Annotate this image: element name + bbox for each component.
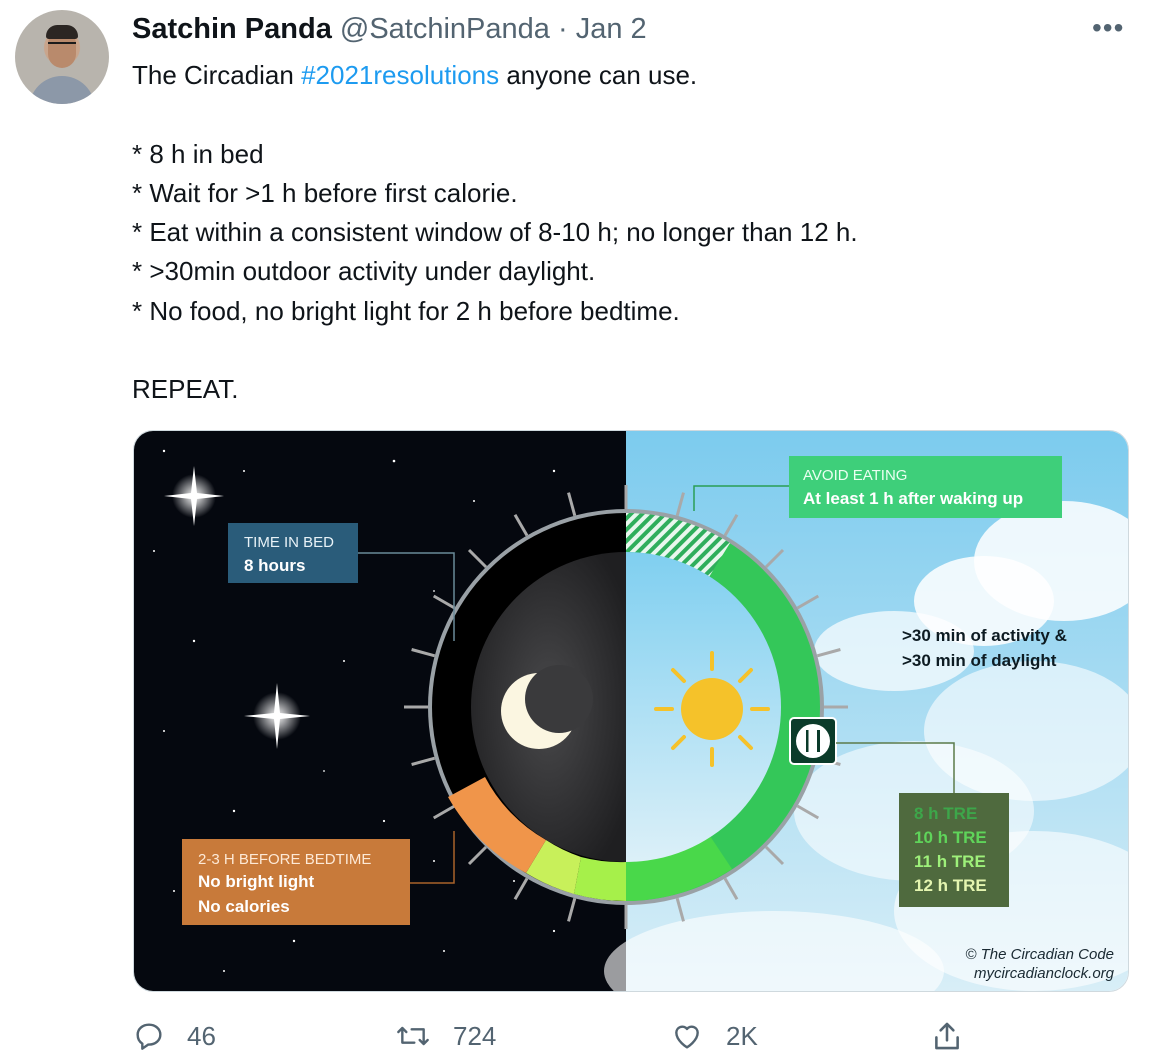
bedtime-title: 2-3 H BEFORE BEDTIME bbox=[198, 851, 371, 868]
heart-icon bbox=[675, 1025, 699, 1049]
reply-button[interactable]: 46 bbox=[133, 1012, 216, 1060]
activity-line-1: >30 min of activity & bbox=[902, 626, 1067, 645]
tre-option: 8 h TRE bbox=[914, 804, 977, 823]
retweet-icon bbox=[397, 1026, 429, 1046]
bedtime-line-1: No bright light bbox=[198, 872, 314, 891]
sun-icon bbox=[654, 651, 770, 767]
time-in-bed-value: 8 hours bbox=[244, 556, 305, 575]
bullet-item: * >30min outdoor activity under daylight… bbox=[132, 256, 596, 287]
bullet-item: * Eat within a consistent window of 8-10… bbox=[132, 217, 858, 248]
bullet-item: * No food, no bright light for 2 h befor… bbox=[132, 295, 680, 326]
tweet-header: Satchin Panda @SatchinPanda · Jan 2 bbox=[132, 13, 647, 46]
bedtime-box: 2-3 H BEFORE BEDTIME No bright light No … bbox=[182, 839, 410, 925]
avatar-glasses bbox=[48, 42, 76, 51]
avoid-eating-value: At least 1 h after waking up bbox=[803, 489, 1023, 508]
website-text: mycircadianclock.org bbox=[974, 965, 1115, 982]
tre-option: 11 h TRE bbox=[914, 852, 986, 871]
light-segment-1 bbox=[574, 857, 626, 902]
avatar-hair bbox=[46, 25, 78, 39]
infographic-image[interactable]: TIME IN BED 8 hours AVOID EATING At leas… bbox=[133, 430, 1129, 992]
reply-icon bbox=[136, 1023, 162, 1050]
hashtag-link[interactable]: #2021resolutions bbox=[301, 60, 499, 90]
text-lead: The Circadian bbox=[132, 60, 302, 90]
bedtime-line-2: No calories bbox=[198, 897, 290, 916]
fork-knife-icon bbox=[789, 717, 837, 765]
more-options-icon[interactable]: ••• bbox=[1092, 12, 1124, 44]
tweet-intro-line: The Circadian #2021resolutions anyone ca… bbox=[132, 56, 1132, 95]
avoid-eating-box: AVOID EATING At least 1 h after waking u… bbox=[789, 456, 1062, 518]
like-button[interactable]: 2K bbox=[670, 1012, 758, 1060]
bullet-item: * Wait for >1 h before first calorie. bbox=[132, 177, 518, 208]
author-handle[interactable]: @SatchinPanda bbox=[340, 13, 550, 45]
avoid-eating-title: AVOID EATING bbox=[803, 467, 907, 484]
author-name[interactable]: Satchin Panda bbox=[132, 13, 332, 45]
time-in-bed-title: TIME IN BED bbox=[244, 534, 334, 551]
tre-option: 10 h TRE bbox=[914, 828, 987, 847]
activity-line-2: >30 min of daylight bbox=[902, 651, 1057, 670]
text-trail: anyone can use. bbox=[499, 60, 698, 90]
closing-line: REPEAT. bbox=[132, 374, 239, 405]
share-button[interactable] bbox=[930, 1012, 986, 1060]
author-avatar[interactable] bbox=[15, 10, 109, 104]
circadian-infographic: TIME IN BED 8 hours AVOID EATING At leas… bbox=[134, 431, 1128, 991]
copyright-text: © The Circadian Code bbox=[965, 946, 1114, 963]
tre-box: 8 h TRE 10 h TRE 11 h TRE 12 h TRE bbox=[899, 793, 1009, 907]
bullet-item: * 8 h in bed bbox=[132, 138, 264, 169]
time-in-bed-box: TIME IN BED 8 hours bbox=[228, 523, 358, 583]
reply-count: 46 bbox=[187, 1020, 216, 1051]
share-icon bbox=[935, 1022, 959, 1050]
tweet-text: The Circadian #2021resolutions anyone ca… bbox=[132, 56, 1132, 410]
tweet-actions: 46 724 2K bbox=[0, 1012, 1150, 1060]
header-separator: · bbox=[557, 13, 568, 45]
like-count: 2K bbox=[726, 1020, 758, 1051]
retweet-button[interactable]: 724 bbox=[395, 1012, 496, 1060]
retweet-count: 724 bbox=[453, 1020, 497, 1051]
tweet-date[interactable]: Jan 2 bbox=[576, 13, 647, 45]
tre-option: 12 h TRE bbox=[914, 876, 987, 895]
avatar-shirt bbox=[29, 76, 95, 104]
